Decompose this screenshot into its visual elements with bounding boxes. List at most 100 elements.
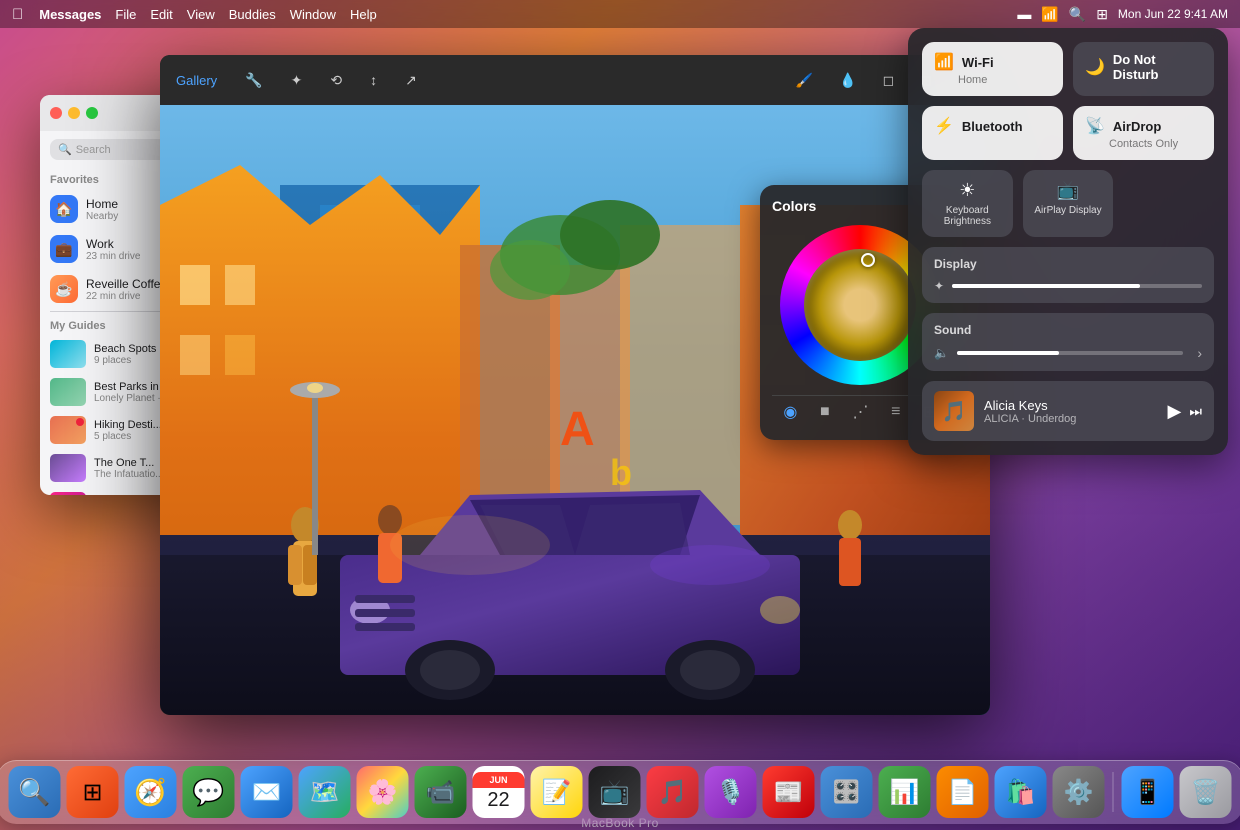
airdrop-tile[interactable]: 📡 AirDrop Contacts Only xyxy=(1073,106,1214,160)
display-label: Display xyxy=(934,257,1202,271)
spectrum-mode-button[interactable]: ⋰ xyxy=(852,402,868,422)
sound-slider-row: 🔈 › xyxy=(934,345,1202,361)
airdrop-icon: 📡 xyxy=(1085,116,1105,136)
svg-text:b: b xyxy=(610,452,632,493)
dock-photos[interactable]: 🌸 xyxy=(357,766,409,818)
dnd-tile[interactable]: 🌙 Do Not Disturb xyxy=(1073,42,1214,96)
hiking-thumb xyxy=(50,416,86,444)
cc-top-grid: 📶 Wi-Fi Home 🌙 Do Not Disturb ⚡ Bluetoot… xyxy=(922,42,1214,160)
now-playing: 🎵 Alicia Keys ALICIA · Underdog ▶ ⏭ xyxy=(922,381,1214,441)
close-button[interactable] xyxy=(50,107,62,119)
sound-label: Sound xyxy=(934,323,1202,337)
app-name[interactable]: Messages xyxy=(39,7,101,22)
fast-forward-button[interactable]: ⏭ xyxy=(1189,403,1202,420)
apple-menu[interactable]:  xyxy=(12,6,23,23)
wifi-tile[interactable]: 📶 Wi-Fi Home xyxy=(922,42,1063,96)
dock-systemprefs[interactable]: ⚙️ xyxy=(1053,766,1105,818)
dock-separator xyxy=(1113,772,1114,812)
brightness-low-icon: ✦ xyxy=(934,279,944,293)
keyboard-tile[interactable]: ☀ Keyboard Brightness xyxy=(922,170,1013,237)
dock-maps[interactable]: 🗺️ xyxy=(299,766,351,818)
eraser-tool[interactable]: ◻ xyxy=(875,68,903,93)
move-tool[interactable]: ↕ xyxy=(362,68,385,92)
dnd-tile-name: Do Not Disturb xyxy=(1113,52,1202,82)
dock-numbers[interactable]: 📊 xyxy=(879,766,931,818)
volume-slider[interactable] xyxy=(957,351,1183,355)
disc-mode-button[interactable]: ◉ xyxy=(783,402,797,422)
arrow-tool[interactable]: ↗ xyxy=(397,68,425,93)
display-section: Display ✦ xyxy=(922,247,1214,303)
dock-finder[interactable]: 🔍 xyxy=(9,766,61,818)
dock-music[interactable]: 🎵 xyxy=(647,766,699,818)
dock-calendar[interactable]: JUN 22 xyxy=(473,766,525,818)
dock-facetime[interactable]: 📹 xyxy=(415,766,467,818)
menubar-left:  Messages File Edit View Buddies Window… xyxy=(12,6,377,23)
play-pause-button[interactable]: ▶ xyxy=(1168,401,1182,422)
work-icon: 💼 xyxy=(50,235,78,263)
track-title: ALICIA · Underdog xyxy=(984,413,1158,425)
wifi-tile-sub: Home xyxy=(934,74,1051,86)
dock-safari[interactable]: 🧭 xyxy=(125,766,177,818)
gallery-button[interactable]: Gallery xyxy=(176,73,217,88)
track-info: Alicia Keys ALICIA · Underdog xyxy=(984,398,1158,425)
album-art: 🎵 xyxy=(934,391,974,431)
bluetooth-tile[interactable]: ⚡ Bluetooth xyxy=(922,106,1063,160)
airplay-tile[interactable]: 📺 AirPlay Display xyxy=(1023,170,1114,237)
dock-iphone[interactable]: 📱 xyxy=(1122,766,1174,818)
menu-window[interactable]: Window xyxy=(290,7,336,22)
wifi-icon[interactable]: 📶 xyxy=(1041,6,1058,23)
airplay-label: AirPlay Display xyxy=(1034,205,1101,216)
brush-tool[interactable]: 🖌️ xyxy=(788,68,821,93)
dock-messages[interactable]: 💬 xyxy=(183,766,235,818)
dock-pages[interactable]: 📄 xyxy=(937,766,989,818)
menu-file[interactable]: File xyxy=(115,7,136,22)
colors-panel-title: Colors xyxy=(772,198,816,214)
artist-name: Alicia Keys xyxy=(984,398,1158,413)
menu-buddies[interactable]: Buddies xyxy=(229,7,276,22)
beach-thumb xyxy=(50,340,86,368)
airdrop-header: 📡 AirDrop xyxy=(1085,116,1202,136)
menu-edit[interactable]: Edit xyxy=(150,7,172,22)
wifi-header: 📶 Wi-Fi xyxy=(934,52,1051,72)
ny-thumb xyxy=(50,492,86,495)
dock: 🔍 ⊞ 🧭 💬 ✉️ 🗺️ 🌸 📹 JUN 22 📝 📺 🎵 🎙️ 📰 🎛️ 📊… xyxy=(0,760,1240,824)
brightness-slider[interactable] xyxy=(952,284,1202,288)
square-mode-button[interactable]: ■ xyxy=(820,403,830,421)
dock-appstore[interactable]: 🛍️ xyxy=(995,766,1047,818)
dock-tv[interactable]: 📺 xyxy=(589,766,641,818)
wifi-tile-name: Wi-Fi xyxy=(962,55,994,70)
procreate-toolbar: Gallery 🔧 ✦ ⟲ ↕ ↗ 🖌️ 💧 ◻ ⊞ xyxy=(160,55,990,105)
airplay-icon: 📺 xyxy=(1057,180,1079,201)
dock-masterdeck[interactable]: 🎛️ xyxy=(821,766,873,818)
wrench-tool[interactable]: 🔧 xyxy=(237,68,270,93)
minimize-button[interactable] xyxy=(68,107,80,119)
moon-icon: 🌙 xyxy=(1085,57,1105,77)
dock-notes[interactable]: 📝 xyxy=(531,766,583,818)
bluetooth-icon: ⚡ xyxy=(934,116,954,136)
dock-news[interactable]: 📰 xyxy=(763,766,815,818)
dock-launchpad[interactable]: ⊞ xyxy=(67,766,119,818)
theone-thumb xyxy=(50,454,86,482)
dock-podcasts[interactable]: 🎙️ xyxy=(705,766,757,818)
dock-trash[interactable]: 🗑️ xyxy=(1180,766,1232,818)
search-placeholder: Search xyxy=(76,144,111,156)
search-icon[interactable]: 🔍 xyxy=(1069,6,1086,23)
dock-mail[interactable]: ✉️ xyxy=(241,766,293,818)
display-slider-row: ✦ xyxy=(934,279,1202,293)
bluetooth-tile-name: Bluetooth xyxy=(962,119,1023,134)
smudge-tool[interactable]: 💧 xyxy=(831,68,864,93)
volume-icon: 🔈 xyxy=(934,346,949,360)
menu-view[interactable]: View xyxy=(187,7,215,22)
magic-tool[interactable]: ✦ xyxy=(283,68,311,93)
menu-help[interactable]: Help xyxy=(350,7,377,22)
cc-row2: ☀ Keyboard Brightness 📺 AirPlay Display xyxy=(922,170,1214,237)
control-center: 📶 Wi-Fi Home 🌙 Do Not Disturb ⚡ Bluetoot… xyxy=(908,28,1228,455)
select-tool[interactable]: ⟲ xyxy=(322,68,350,93)
svg-text:A: A xyxy=(560,403,595,456)
drawing-canvas[interactable]: A b xyxy=(160,105,990,715)
maximize-button[interactable] xyxy=(86,107,98,119)
keyboard-label: Keyboard Brightness xyxy=(932,205,1003,227)
control-center-icon[interactable]: ⊞ xyxy=(1096,6,1108,23)
sound-options-icon[interactable]: › xyxy=(1197,345,1202,361)
sliders-mode-button[interactable]: ≡ xyxy=(891,403,900,421)
